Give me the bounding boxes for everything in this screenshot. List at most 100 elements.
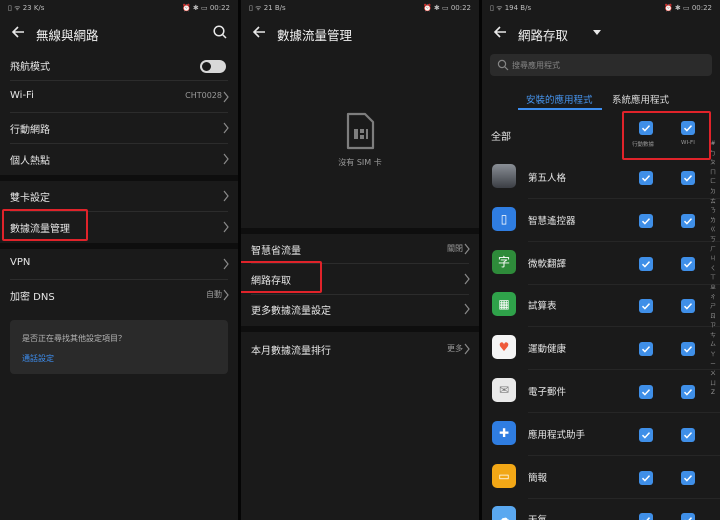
mobile-network-row[interactable]: 行動網路 — [0, 113, 238, 143]
index-letter[interactable]: ㄐ — [707, 255, 719, 265]
chevron-right-icon — [223, 190, 229, 202]
index-letter[interactable]: ㄩ — [707, 380, 719, 390]
index-letter[interactable]: # — [707, 140, 719, 150]
mobile-data-checkbox[interactable] — [639, 299, 653, 314]
mobile-data-checkbox[interactable] — [639, 213, 653, 228]
index-letter[interactable]: ㄨ — [707, 370, 719, 380]
search-icon[interactable] — [212, 24, 228, 40]
index-letter[interactable]: ㄙ — [707, 341, 719, 351]
vpn-label: VPN — [10, 257, 31, 268]
index-letter[interactable]: ㄒ — [707, 274, 719, 284]
index-letter[interactable]: ㄆ — [707, 159, 719, 169]
wifi-checkbox[interactable] — [681, 342, 695, 357]
index-letter[interactable]: ㄋ — [707, 207, 719, 217]
wifi-checkbox[interactable] — [681, 213, 695, 228]
smart-data-saver-value: 關閉 — [447, 244, 463, 253]
private-dns-row[interactable]: 加密 DNS 自動 — [0, 280, 238, 310]
app-row: ▦ 試算表 — [482, 285, 720, 328]
index-letter[interactable]: ㄊ — [707, 198, 719, 208]
index-letter[interactable]: ㄌ — [707, 217, 719, 227]
index-letter[interactable]: ㄑ — [707, 265, 719, 275]
smart-data-saver-row[interactable]: 智慧省流量 關閉 — [241, 234, 479, 264]
private-dns-value: 自動 — [206, 290, 222, 299]
status-left: ▯ ᯤ 194 B/s — [490, 4, 532, 12]
app-row: 第五人格 — [482, 157, 720, 199]
index-letter[interactable]: ㄕ — [707, 303, 719, 313]
highlight-box — [622, 111, 711, 160]
index-letter[interactable]: ㄅ — [707, 150, 719, 160]
dual-sim-label: 雙卡設定 — [10, 193, 50, 204]
chevron-right-icon — [223, 153, 229, 165]
status-right: ⏰ ✱ ▭ 00:22 — [663, 4, 712, 12]
wireless-network-screen: ▯ ᯤ 23 K/s ⏰ ✱ ▭ 00:22 無線與網路 飛航模式 Wi-Fi … — [0, 0, 238, 520]
index-letter[interactable]: ㄇ — [707, 169, 719, 179]
app-name: 智慧遙控器 — [528, 215, 576, 227]
suggestion-question: 是否正在尋找其他設定項目？ — [22, 334, 126, 343]
index-letter[interactable]: ㄖ — [707, 313, 719, 323]
app-bar: 數據流量管理 — [241, 18, 479, 48]
dual-sim-row[interactable]: 雙卡設定 — [0, 181, 238, 211]
status-right: ⏰ ✱ ▭ 00:22 — [422, 4, 471, 12]
suggestion-card: 是否正在尋找其他設定項目？ 通話設定 — [10, 320, 228, 374]
game-icon — [492, 164, 516, 188]
hotspot-label: 個人熱點 — [10, 156, 50, 167]
app-search-box[interactable] — [490, 54, 712, 76]
vpn-row[interactable]: VPN — [0, 249, 238, 279]
dropdown-caret-icon[interactable] — [593, 30, 601, 36]
mobile-data-checkbox[interactable] — [639, 470, 653, 485]
airplane-mode-toggle[interactable] — [200, 60, 226, 73]
mobile-data-checkbox[interactable] — [639, 427, 653, 442]
back-arrow-icon[interactable] — [492, 24, 508, 40]
index-letter[interactable]: ㄏ — [707, 246, 719, 256]
mobile-data-checkbox[interactable] — [639, 171, 653, 185]
index-letter[interactable]: ㄉ — [707, 188, 719, 198]
more-data-settings-row[interactable]: 更多數據流量設定 — [241, 294, 479, 324]
call-settings-link[interactable]: 通話設定 — [22, 353, 54, 364]
status-bar: ▯ ᯤ 194 B/s ⏰ ✱ ▭ 00:22 — [482, 0, 720, 16]
chevron-right-icon — [223, 221, 229, 233]
monthly-ranking-row[interactable]: 本月數據流量排行 更多 — [241, 334, 479, 364]
wifi-checkbox[interactable] — [681, 256, 695, 271]
index-letter[interactable]: ㄈ — [707, 178, 719, 188]
index-letter[interactable]: ㄚ — [707, 351, 719, 361]
mobile-data-checkbox[interactable] — [639, 256, 653, 271]
network-access-screen: ▯ ᯤ 194 B/s ⏰ ✱ ▭ 00:22 網路存取 安裝的應用程式 系統應… — [482, 0, 720, 520]
index-letter[interactable]: ㄓ — [707, 284, 719, 294]
wifi-checkbox[interactable] — [681, 427, 695, 442]
page-title: 數據流量管理 — [277, 28, 353, 43]
wifi-row[interactable]: Wi-Fi CHT0028 — [0, 82, 238, 112]
email-icon: ✉ — [492, 378, 516, 402]
index-letter[interactable]: ㄧ — [707, 361, 719, 371]
app-row: ✉ 電子郵件 — [482, 371, 720, 413]
index-letter[interactable]: ㄔ — [707, 294, 719, 304]
wifi-checkbox[interactable] — [681, 513, 695, 520]
hotspot-row[interactable]: 個人熱點 — [0, 144, 238, 174]
app-name: 簡報 — [528, 472, 548, 484]
index-letter[interactable]: ㄍ — [707, 226, 719, 236]
alphabet-index[interactable]: # ㄅㄆㄇㄈㄉㄊㄋㄌㄍㄎㄏㄐㄑㄒㄓㄔㄕㄖㄗㄘㄙㄚㄧㄨㄩ Z — [707, 140, 719, 399]
back-arrow-icon[interactable] — [10, 24, 26, 40]
index-letter[interactable]: ㄘ — [707, 332, 719, 342]
wifi-checkbox[interactable] — [681, 171, 695, 185]
wifi-checkbox[interactable] — [681, 299, 695, 314]
app-name: 天氣 — [528, 512, 547, 520]
mobile-data-checkbox[interactable] — [639, 385, 653, 399]
search-icon — [497, 59, 509, 71]
index-letter[interactable]: ㄎ — [707, 236, 719, 246]
index-letter[interactable]: ㄗ — [707, 322, 719, 332]
search-input[interactable] — [512, 57, 692, 73]
mobile-data-checkbox[interactable] — [639, 513, 653, 520]
index-letter[interactable]: Z — [707, 389, 719, 399]
airplane-mode-row[interactable]: 飛航模式 — [0, 50, 238, 80]
tab-system-apps[interactable]: 系統應用程式 — [612, 92, 669, 106]
chevron-right-icon — [223, 91, 229, 103]
mobile-data-checkbox[interactable] — [639, 342, 653, 357]
wifi-checkbox[interactable] — [681, 385, 695, 399]
status-bar: ▯ ᯤ 23 K/s ⏰ ✱ ▭ 00:22 — [0, 0, 238, 16]
wifi-checkbox[interactable] — [681, 470, 695, 485]
app-bar: 無線與網路 — [0, 18, 238, 48]
tab-installed-apps[interactable]: 安裝的應用程式 — [526, 92, 593, 106]
back-arrow-icon[interactable] — [251, 24, 267, 40]
chevron-right-icon — [464, 243, 470, 255]
airplane-mode-label: 飛航模式 — [10, 62, 50, 73]
